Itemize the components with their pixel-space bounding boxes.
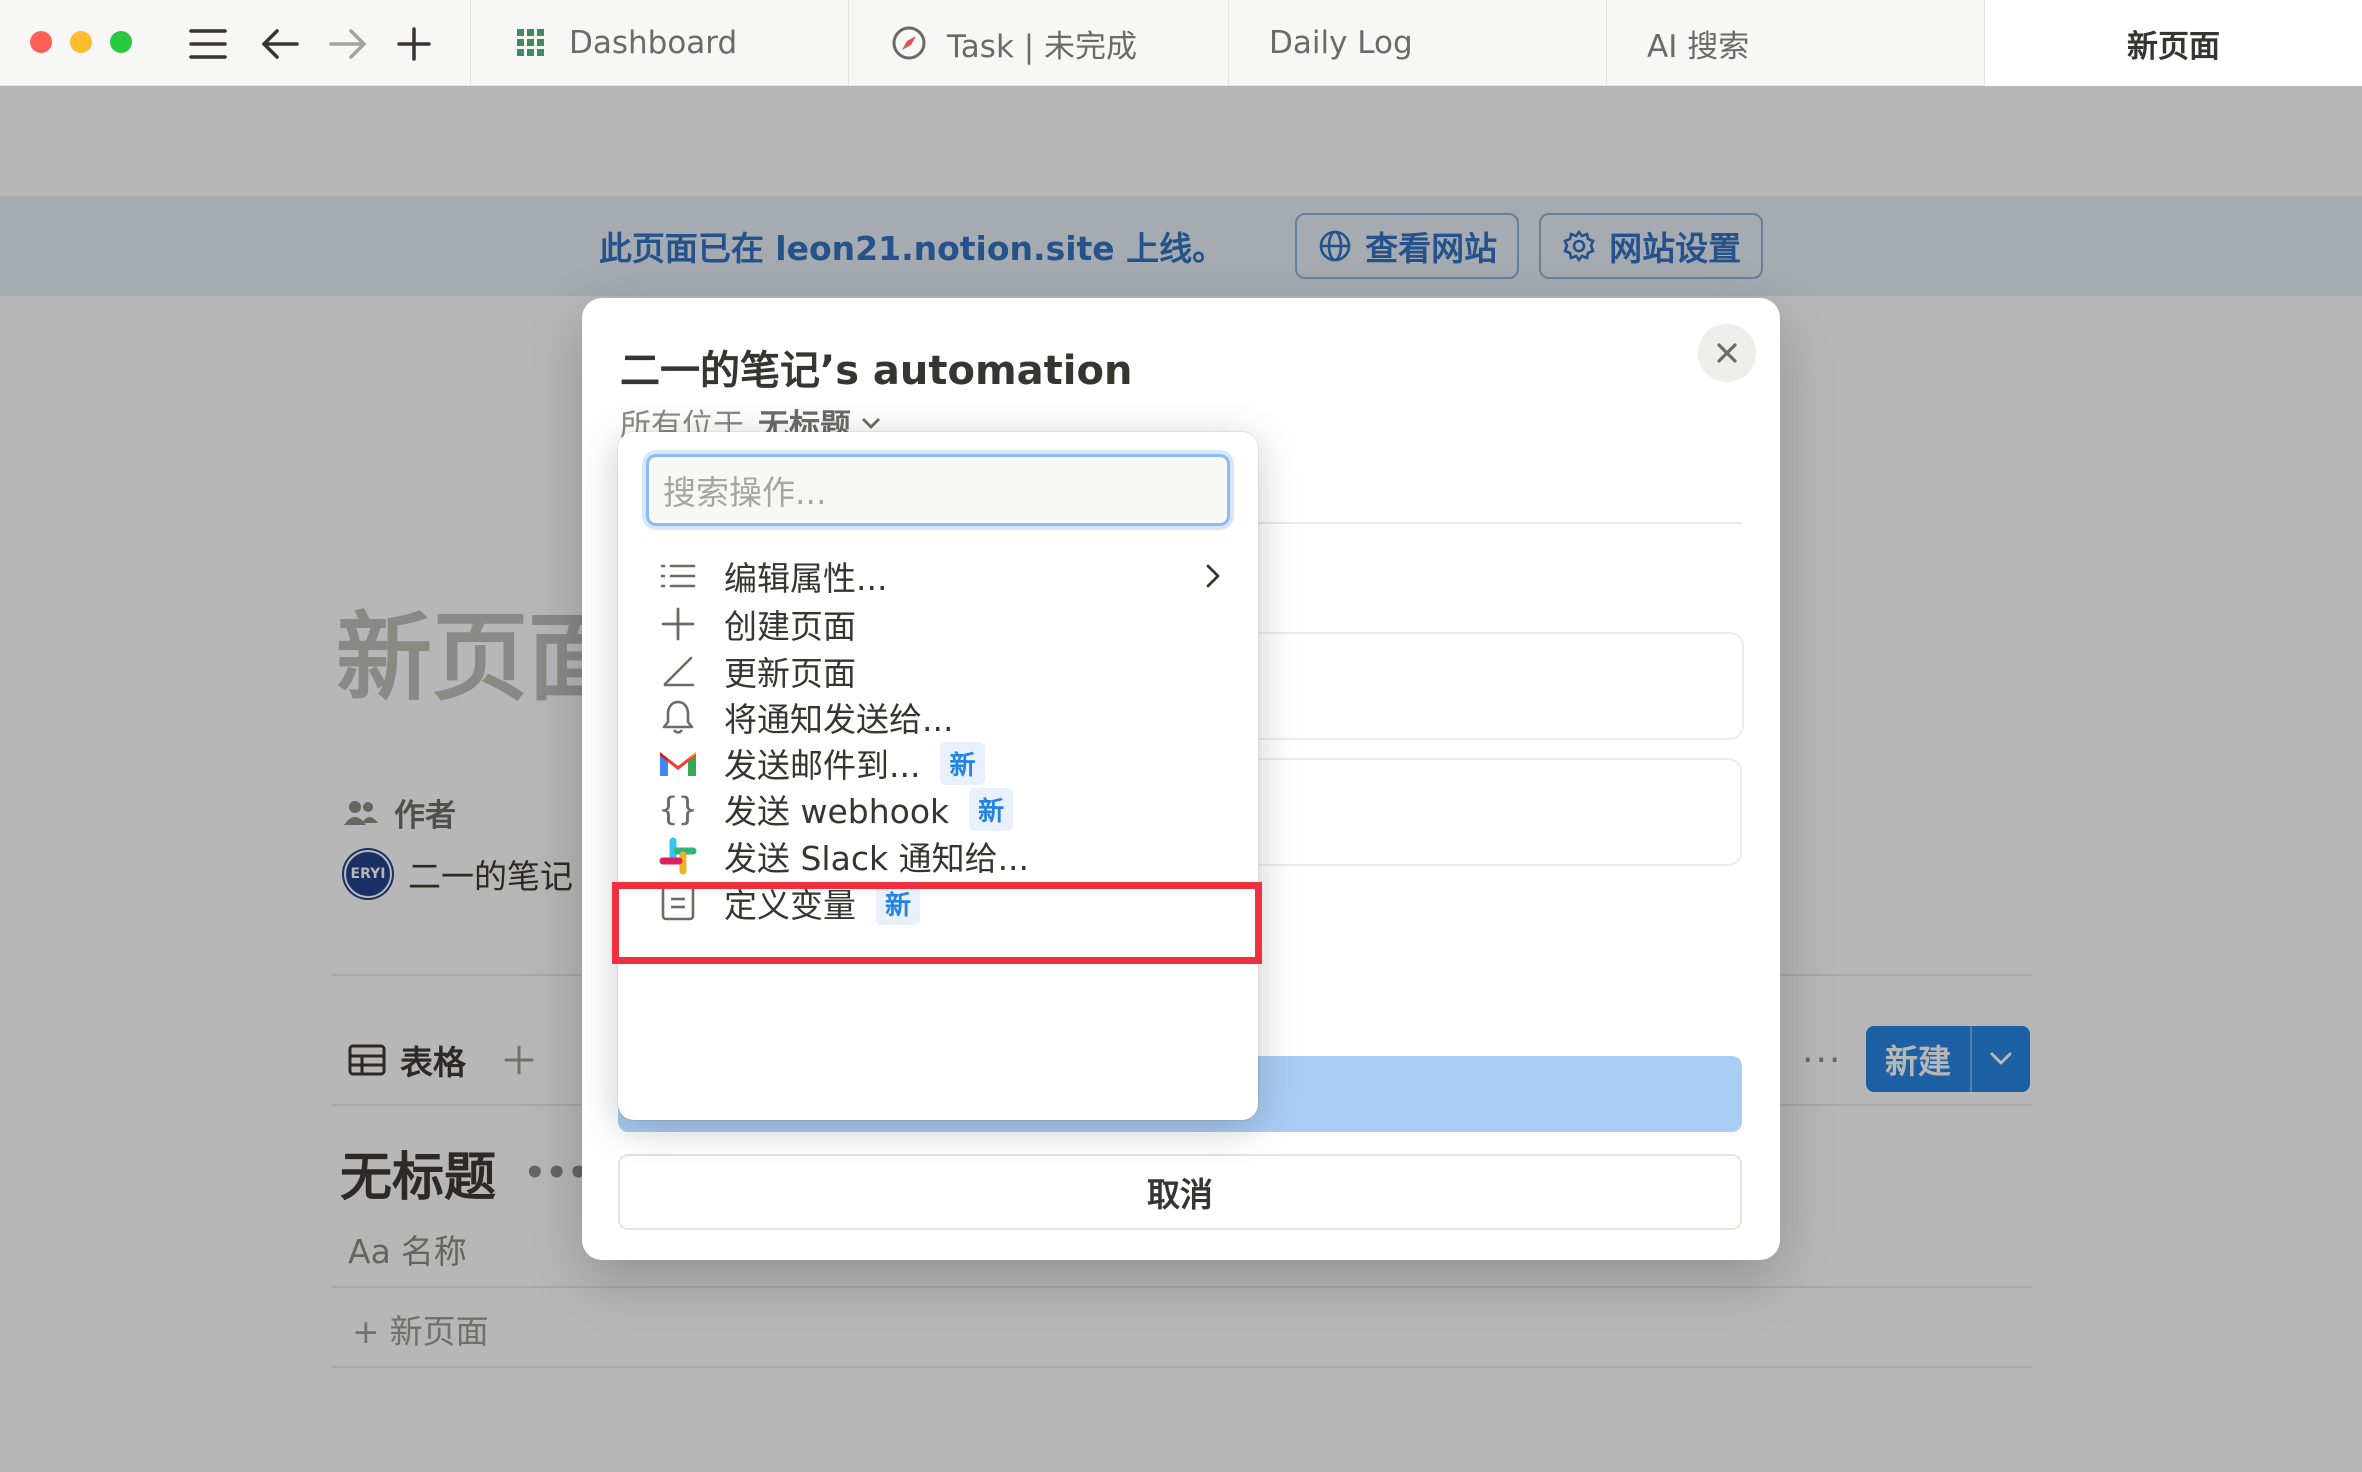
search-placeholder: 搜索操作... (663, 473, 827, 512)
tab-new-page[interactable]: 新页面 (1984, 0, 2362, 86)
tab-ai-search[interactable]: AI 搜索 (1606, 0, 1984, 86)
highlight-box (612, 882, 1262, 964)
grid-icon (511, 23, 551, 63)
menu-icon (189, 29, 227, 59)
cancel-button[interactable]: 取消 (618, 1154, 1742, 1230)
tab-label: 新页面 (2127, 28, 2220, 65)
chevron-right-icon (1206, 564, 1220, 588)
maximize-window-button[interactable] (110, 31, 132, 53)
arrow-left-icon (262, 29, 299, 59)
dialog-title: 二一的笔记’s automation (620, 348, 1133, 394)
close-window-button[interactable] (30, 31, 52, 53)
minimize-window-button[interactable] (70, 31, 92, 53)
close-icon (1717, 343, 1737, 363)
action-menu: 搜索操作... 编辑属性... 创建页面 更新页面 将通知发送给... 发送邮件… (618, 432, 1258, 1120)
tab-daily-log[interactable]: Daily Log (1228, 0, 1606, 86)
tab-label: AI 搜索 (1647, 28, 1750, 65)
plus-icon (397, 27, 431, 61)
sidebar-toggle-button[interactable] (182, 18, 234, 70)
search-input[interactable]: 搜索操作... (646, 454, 1230, 526)
arrow-right-icon (329, 29, 366, 59)
tab-dashboard[interactable]: Dashboard (470, 0, 848, 86)
tab-label: Task | 未完成 (947, 28, 1138, 65)
tab-task[interactable]: Task | 未完成 (848, 0, 1228, 86)
tab-label: Dashboard (569, 25, 738, 61)
compass-icon (889, 23, 929, 63)
forward-button[interactable] (322, 18, 374, 70)
close-button[interactable] (1698, 324, 1756, 382)
tab-label: Daily Log (1269, 25, 1413, 61)
title-bar: Dashboard Task | 未完成 Daily Log AI 搜索 新页面 (0, 0, 2362, 86)
chevron-down-icon (862, 417, 880, 429)
new-tab-button[interactable] (388, 18, 440, 70)
back-button[interactable] (254, 18, 306, 70)
